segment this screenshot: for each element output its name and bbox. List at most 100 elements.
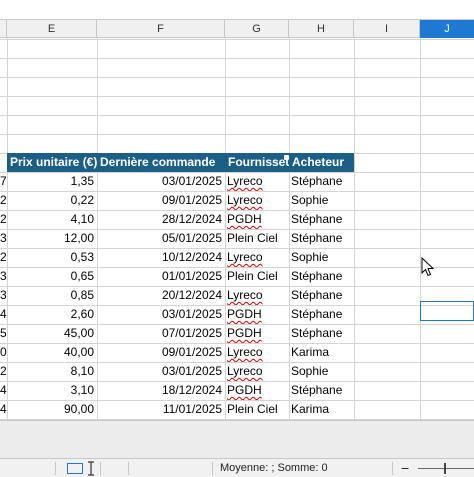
- cell-derniere-commande[interactable]: 07/01/2025: [97, 324, 225, 343]
- cell-derniere-commande[interactable]: 11/01/2025: [97, 400, 225, 419]
- cell-derniere-commande[interactable]: 01/01/2025: [97, 267, 225, 286]
- cell-derniere-commande[interactable]: 20/12/2024: [97, 286, 225, 305]
- column-header-e[interactable]: E: [7, 20, 97, 38]
- cell-acheteur[interactable]: Sophie: [289, 191, 354, 210]
- cell-acheteur[interactable]: Karima: [289, 343, 354, 362]
- zoom-out-button[interactable]: −: [401, 459, 409, 477]
- cell-quantity-partial[interactable]: 7: [0, 172, 7, 191]
- cell-prix-unitaire[interactable]: 0,53: [7, 248, 97, 267]
- column-header-g[interactable]: G: [225, 20, 289, 38]
- cell-acheteur[interactable]: Karima: [289, 400, 354, 419]
- cell-fournisseur-text: Lyreco: [227, 250, 263, 264]
- spreadsheet-grid[interactable]: Prix unitaire (€) Dernière commande Four…: [0, 38, 474, 420]
- cell-fournisseur[interactable]: PGDH: [225, 324, 289, 343]
- cell-fournisseur-text: Lyreco: [227, 288, 263, 302]
- column-header-j[interactable]: J: [420, 20, 474, 38]
- cell-acheteur[interactable]: Stéphane: [289, 267, 354, 286]
- zoom-slider-thumb[interactable]: [444, 463, 446, 474]
- cell-acheteur[interactable]: Stéphane: [289, 210, 354, 229]
- cell-fournisseur[interactable]: Plein Ciel: [225, 229, 289, 248]
- cell-prix-unitaire[interactable]: 1,35: [7, 172, 97, 191]
- cell-derniere-commande[interactable]: 09/01/2025: [97, 343, 225, 362]
- column-header-h[interactable]: H: [289, 20, 354, 38]
- cell-fournisseur-text: PGDH: [227, 383, 262, 397]
- cell-fournisseur-text: PGDH: [227, 326, 262, 340]
- cell-acheteur[interactable]: Stéphane: [289, 381, 354, 400]
- header-acheteur[interactable]: Acheteur: [289, 153, 354, 172]
- column-header-bar: E F G H I J: [0, 20, 474, 38]
- cell-fournisseur-text: Lyreco: [227, 345, 263, 359]
- cell-acheteur[interactable]: Stéphane: [289, 229, 354, 248]
- selection-mode-icon[interactable]: [67, 463, 83, 474]
- cell-acheteur[interactable]: Stéphane: [289, 172, 354, 191]
- cell-derniere-commande[interactable]: 03/01/2025: [97, 362, 225, 381]
- cell-fournisseur-text: Plein Ciel: [227, 402, 278, 416]
- cell-prix-unitaire[interactable]: 0,65: [7, 267, 97, 286]
- column-header-d[interactable]: [0, 20, 7, 38]
- cell-fournisseur-text: Lyreco: [227, 364, 263, 378]
- cell-quantity-partial[interactable]: 2: [0, 362, 7, 381]
- column-header-i[interactable]: I: [354, 20, 420, 38]
- cell-fournisseur[interactable]: PGDH: [225, 381, 289, 400]
- cell-acheteur[interactable]: Sophie: [289, 362, 354, 381]
- cell-derniere-commande[interactable]: 03/01/2025: [97, 305, 225, 324]
- cell-quantity-partial[interactable]: 4: [0, 381, 7, 400]
- cell-prix-unitaire[interactable]: 40,00: [7, 343, 97, 362]
- cell-fournisseur[interactable]: Lyreco: [225, 343, 289, 362]
- cell-fournisseur[interactable]: PGDH: [225, 305, 289, 324]
- status-statistics: Moyenne: ; Somme: 0: [220, 462, 328, 474]
- cell-fournisseur[interactable]: Lyreco: [225, 248, 289, 267]
- cell-derniere-commande[interactable]: 18/12/2024: [97, 381, 225, 400]
- selected-cell-j[interactable]: [420, 301, 474, 321]
- cell-acheteur[interactable]: Stéphane: [289, 324, 354, 343]
- cell-fournisseur[interactable]: Lyreco: [225, 362, 289, 381]
- cell-derniere-commande[interactable]: 09/01/2025: [97, 191, 225, 210]
- cell-prix-unitaire[interactable]: 0,22: [7, 191, 97, 210]
- sheet-tabs-area: [0, 420, 474, 458]
- status-bar: Moyenne: ; Somme: 0 −: [0, 458, 474, 477]
- cell-prix-unitaire[interactable]: 4,10: [7, 210, 97, 229]
- cell-quantity-partial[interactable]: 2: [0, 248, 7, 267]
- cell-fournisseur-text: Lyreco: [227, 174, 263, 188]
- cell-quantity-partial[interactable]: 2: [0, 191, 7, 210]
- mouse-pointer-icon: [421, 257, 435, 277]
- cell-fournisseur[interactable]: Lyreco: [225, 191, 289, 210]
- cell-derniere-commande[interactable]: 28/12/2024: [97, 210, 225, 229]
- text-cursor-icon[interactable]: [87, 461, 95, 476]
- cell-quantity-partial[interactable]: 3: [0, 286, 7, 305]
- cell-fournisseur[interactable]: Plein Ciel: [225, 267, 289, 286]
- cell-prix-unitaire[interactable]: 12,00: [7, 229, 97, 248]
- cell-fournisseur[interactable]: Lyreco: [225, 286, 289, 305]
- cell-quantity-partial[interactable]: 3: [0, 267, 7, 286]
- cell-fournisseur[interactable]: Lyreco: [225, 172, 289, 191]
- cell-derniere-commande[interactable]: 10/12/2024: [97, 248, 225, 267]
- header-derniere-commande[interactable]: Dernière commande: [97, 153, 225, 172]
- cell-quantity-partial[interactable]: 4: [0, 305, 7, 324]
- cell-prix-unitaire[interactable]: 2,60: [7, 305, 97, 324]
- cell-fournisseur-text: Lyreco: [227, 193, 263, 207]
- header-fournisseur[interactable]: Fournisseur: [225, 153, 289, 172]
- cell-acheteur[interactable]: Stéphane: [289, 286, 354, 305]
- cell-acheteur[interactable]: Sophie: [289, 248, 354, 267]
- cell-quantity-partial[interactable]: 0: [0, 343, 7, 362]
- cell-prix-unitaire[interactable]: 0,85: [7, 286, 97, 305]
- cell-fournisseur[interactable]: PGDH: [225, 210, 289, 229]
- cell-fournisseur-text: Plein Ciel: [227, 269, 278, 283]
- cell-fournisseur-text: Plein Ciel: [227, 231, 278, 245]
- cell-quantity-partial[interactable]: 4: [0, 400, 7, 419]
- cell-derniere-commande[interactable]: 05/01/2025: [97, 229, 225, 248]
- cell-quantity-partial[interactable]: 2: [0, 210, 7, 229]
- cell-derniere-commande[interactable]: 03/01/2025: [97, 172, 225, 191]
- cell-prix-unitaire[interactable]: 90,00: [7, 400, 97, 419]
- header-prix-unitaire[interactable]: Prix unitaire (€): [7, 153, 97, 172]
- cell-prix-unitaire[interactable]: 3,10: [7, 381, 97, 400]
- cell-prix-unitaire[interactable]: 8,10: [7, 362, 97, 381]
- column-header-f[interactable]: F: [97, 20, 225, 38]
- cell-fournisseur[interactable]: Plein Ciel: [225, 400, 289, 419]
- cell-quantity-partial[interactable]: 5: [0, 324, 7, 343]
- cell-acheteur[interactable]: Stéphane: [289, 305, 354, 324]
- cell-prix-unitaire[interactable]: 45,00: [7, 324, 97, 343]
- zoom-slider[interactable]: [418, 468, 474, 469]
- cell-quantity-partial[interactable]: 3: [0, 229, 7, 248]
- cell-fournisseur-text: PGDH: [227, 212, 262, 226]
